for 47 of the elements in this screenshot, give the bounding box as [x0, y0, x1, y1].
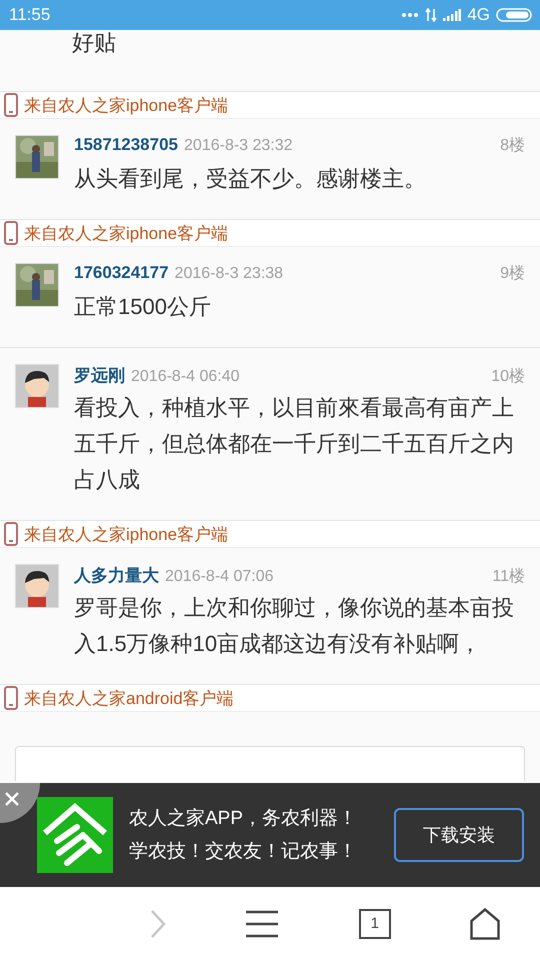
client-source: 来自农人之家android客户端: [24, 688, 234, 710]
floor-number: 8楼: [500, 136, 525, 156]
post-text: 罗哥是你，上次和你聊过，像你说的基本亩投入1.5万像种10亩成都这边有没有补贴啊，: [74, 594, 515, 658]
phone-icon: [4, 686, 18, 710]
client-source: 来自农人之家iphone客户端: [24, 524, 228, 546]
download-button[interactable]: 下载安装: [394, 808, 524, 862]
phone-icon: [4, 93, 18, 117]
post-text: 看投入，种植水平，以目前來看最高有亩产上五千斤，但总体都在一千斤到二千五百斤之内占八成: [74, 394, 515, 494]
network-type: 4G: [467, 5, 490, 25]
data-arrows-icon: [425, 8, 438, 22]
floor-number: 9楼: [500, 264, 525, 284]
client-source: 来自农人之家iphone客户端: [24, 222, 228, 244]
close-button[interactable]: [0, 783, 40, 823]
avatar[interactable]: [15, 135, 59, 179]
floor-number: 10楼: [491, 366, 525, 387]
avatar[interactable]: [15, 263, 59, 307]
tabs-button[interactable]: 1: [358, 908, 391, 938]
post-text: 正常1500公斤: [74, 293, 212, 321]
post-time: 2016-8-3 23:38: [174, 265, 284, 283]
client-source: 来自农人之家iphone客户端: [24, 94, 228, 116]
post-time: 2016-8-4 06:40: [131, 368, 240, 386]
post-time: 2016-8-3 23:32: [184, 137, 293, 155]
signal-icon: [443, 9, 462, 21]
avatar[interactable]: [15, 564, 59, 608]
banner-text: 学农技！交农友！记农事！: [129, 840, 358, 864]
user-name[interactable]: 1760324177: [74, 263, 169, 283]
post-text: 从头看到尾，受益不少。感谢楼主。: [74, 165, 427, 193]
home-icon[interactable]: [470, 908, 500, 940]
floor-number: 11楼: [492, 566, 525, 587]
battery-icon: [496, 8, 532, 22]
app-logo-icon: [37, 797, 113, 873]
user-name[interactable]: 人多力量大: [74, 564, 159, 587]
more-dots-icon: [401, 12, 420, 18]
comment-field[interactable]: [15, 746, 525, 781]
user-name[interactable]: 15871238705: [74, 135, 178, 155]
clock: 11:55: [9, 5, 50, 25]
avatar[interactable]: [15, 364, 59, 408]
phone-icon: [4, 221, 18, 245]
post-text: 好贴: [72, 30, 116, 57]
cartoon-avatar-icon: [16, 565, 58, 607]
banner-text: 农人之家APP，务农利器！: [129, 807, 358, 831]
user-name[interactable]: 罗远刚: [74, 364, 125, 387]
close-icon: [4, 791, 20, 807]
menu-icon[interactable]: [245, 910, 280, 938]
phone-icon: [4, 522, 18, 546]
post-time: 2016-8-4 07:06: [165, 568, 274, 586]
cartoon-avatar-icon: [16, 365, 58, 407]
